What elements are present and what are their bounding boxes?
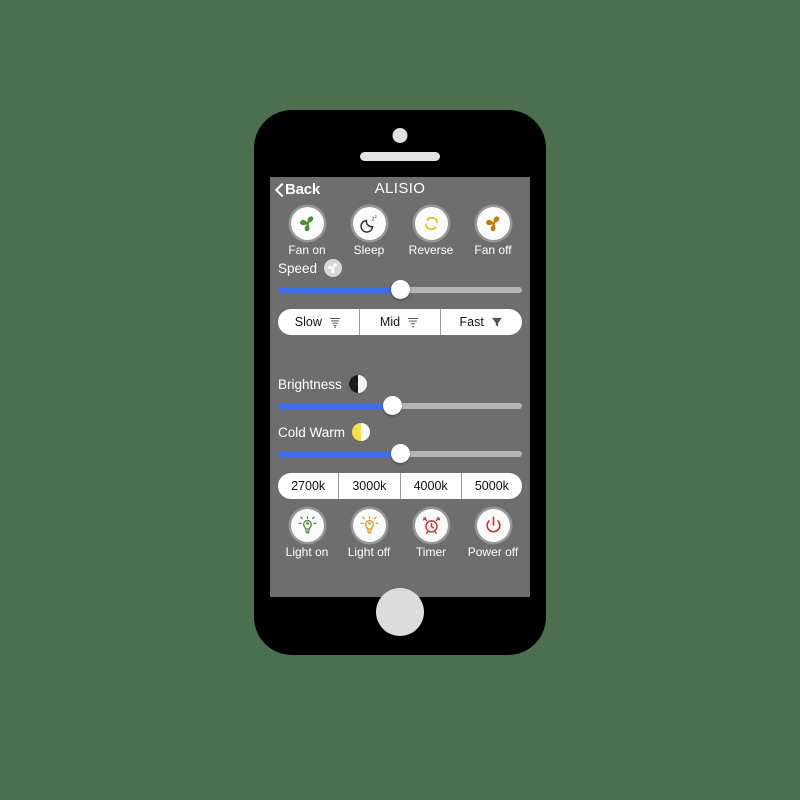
reverse-label: Reverse	[408, 243, 454, 257]
app-screen: Back ALISIO Fan on z z Sleep Reverse Fan…	[270, 177, 530, 597]
light-on-label: Light on	[285, 545, 329, 559]
lightbulb-icon	[360, 516, 378, 534]
fan-control-row: Fan on z z Sleep Reverse Fan off	[270, 207, 530, 257]
cold-warm-slider-fill	[278, 451, 400, 457]
phone-frame: Back ALISIO Fan on z z Sleep Reverse Fan…	[254, 110, 546, 655]
power-icon	[485, 516, 501, 533]
alarm-clock-icon	[422, 517, 440, 534]
fan-off-label: Fan off	[474, 243, 512, 257]
kelvin-option-2700k[interactable]: 2700k	[278, 473, 340, 499]
nav-bar: Back ALISIO	[270, 177, 530, 207]
refresh-circle-icon	[424, 216, 438, 231]
speed-option-slow[interactable]: Slow	[278, 309, 360, 335]
speed-option-slow-label: Slow	[294, 315, 322, 329]
brightness-label: Brightness	[278, 376, 342, 392]
front-camera-icon	[392, 128, 408, 143]
light-on-button[interactable]: Light on	[279, 509, 335, 559]
speed-segmented-control: Slow Mid Fast	[278, 309, 522, 335]
page-title: ALISIO	[374, 180, 426, 197]
fan-icon	[485, 216, 499, 232]
power-off-label: Power off	[467, 545, 519, 559]
light-off-label: Light off	[347, 545, 391, 559]
speed-option-mid[interactable]: Mid	[360, 309, 442, 335]
fan-badge-icon	[324, 259, 343, 277]
speed-section: Speed	[270, 257, 530, 299]
fan-off-button[interactable]: Fan off	[465, 207, 521, 257]
half-circle-bw-icon	[348, 375, 367, 393]
speed-label: Speed	[278, 260, 318, 276]
brightness-section: Brightness	[270, 373, 530, 415]
speed-option-fast[interactable]: Fast	[441, 309, 522, 335]
kelvin-segmented-control: 2700k 3000k 4000k 5000k	[278, 473, 522, 499]
fan-on-label: Fan on	[288, 243, 326, 257]
brightness-slider-thumb[interactable]	[383, 396, 403, 415]
earpiece-speaker	[360, 152, 440, 161]
fan-on-button[interactable]: Fan on	[279, 207, 335, 257]
half-circle-yellow-icon	[352, 423, 371, 441]
kelvin-option-4000k[interactable]: 4000k	[401, 473, 462, 499]
home-button[interactable]	[376, 588, 424, 636]
tornado-fast-icon	[491, 317, 502, 327]
fan-icon	[299, 216, 313, 232]
sleep-button[interactable]: z z Sleep	[341, 207, 397, 257]
svg-text:z: z	[374, 214, 376, 219]
timer-label: Timer	[415, 545, 447, 559]
kelvin-option-3000k[interactable]: 3000k	[339, 473, 401, 499]
moon-sleep-icon: z z	[359, 214, 376, 233]
light-control-row: Light on Light off Timer Power off	[270, 509, 530, 559]
lightbulb-icon	[298, 516, 316, 534]
cold-warm-label: Cold Warm	[278, 424, 346, 440]
brightness-slider[interactable]	[278, 396, 522, 415]
light-off-button[interactable]: Light off	[341, 509, 397, 559]
cold-warm-slider-thumb[interactable]	[390, 444, 410, 463]
speed-slider-fill	[278, 287, 400, 293]
tornado-slow-icon	[329, 318, 341, 328]
speed-option-fast-label: Fast	[459, 315, 484, 329]
tornado-mid-icon	[407, 317, 419, 328]
brightness-slider-fill	[278, 403, 393, 409]
timer-button[interactable]: Timer	[403, 509, 459, 559]
kelvin-option-5000k[interactable]: 5000k	[462, 473, 522, 499]
power-off-button[interactable]: Power off	[465, 509, 521, 559]
cold-warm-section: Cold Warm	[270, 421, 530, 463]
reverse-button[interactable]: Reverse	[403, 207, 459, 257]
speed-option-mid-label: Mid	[379, 315, 401, 329]
cold-warm-slider[interactable]	[278, 444, 522, 463]
speed-slider[interactable]	[278, 280, 522, 299]
speed-slider-thumb[interactable]	[390, 280, 410, 299]
sleep-label: Sleep	[353, 243, 385, 257]
